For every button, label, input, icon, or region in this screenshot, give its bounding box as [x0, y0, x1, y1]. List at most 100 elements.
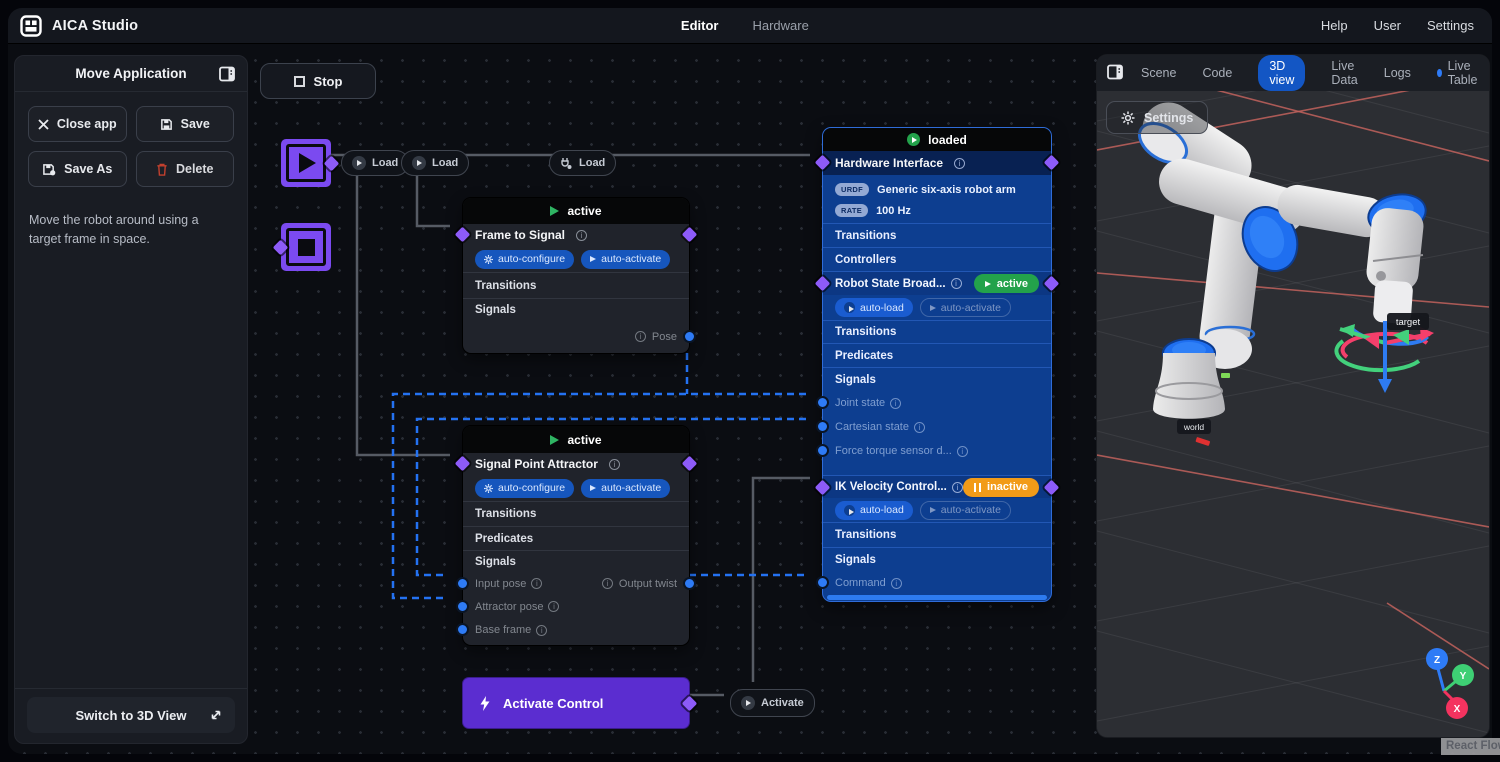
- gear-icon: [484, 483, 493, 493]
- port-command[interactable]: [816, 576, 829, 589]
- auto-load-pill[interactable]: auto-load: [835, 298, 913, 317]
- section-signals[interactable]: Signals: [463, 298, 689, 320]
- play-icon: [929, 507, 936, 513]
- load-hardware-pill[interactable]: Load: [549, 150, 617, 176]
- section-signals[interactable]: Signals: [823, 367, 1051, 391]
- plug-icon: [561, 157, 572, 169]
- stop-icon: [293, 75, 305, 87]
- auto-load-pill[interactable]: auto-load: [835, 500, 913, 520]
- status-active-pill[interactable]: active: [973, 274, 1039, 293]
- tab-logs[interactable]: Logs: [1384, 66, 1411, 80]
- tab-editor[interactable]: Editor: [681, 18, 719, 33]
- section-signals[interactable]: Signals: [823, 547, 1051, 571]
- node-frame-to-signal[interactable]: active Frame to Signal auto-configure au…: [454, 198, 698, 353]
- section-transitions[interactable]: Transitions: [823, 320, 1051, 343]
- horizontal-scrollbar[interactable]: [827, 595, 1047, 600]
- svg-text:world: world: [1183, 422, 1205, 432]
- user-link[interactable]: User: [1374, 18, 1401, 33]
- tab-scene[interactable]: Scene: [1141, 66, 1176, 80]
- collapse-panel-icon[interactable]: [1107, 64, 1123, 85]
- stop-node[interactable]: [272, 223, 331, 271]
- auto-activate-pill[interactable]: auto-activate: [919, 500, 1011, 520]
- port-force-torque[interactable]: [816, 444, 829, 457]
- 3d-viewport[interactable]: world target Z Y X: [1097, 91, 1489, 737]
- port-attractor-pose[interactable]: [456, 600, 469, 613]
- node-signal-point-attractor[interactable]: active Signal Point Attractor auto-confi…: [454, 426, 698, 645]
- info-icon[interactable]: [634, 331, 646, 342]
- lightning-icon: [480, 695, 490, 711]
- port-cartesian-state[interactable]: [816, 420, 829, 433]
- 3d-settings-button[interactable]: Settings: [1106, 101, 1209, 134]
- info-icon[interactable]: [608, 458, 620, 470]
- port-output-twist[interactable]: [683, 577, 696, 590]
- settings-link[interactable]: Settings: [1427, 18, 1474, 33]
- play-circle-icon: [412, 156, 426, 170]
- switch-3d-view-button[interactable]: Switch to 3D View: [27, 697, 235, 733]
- info-icon[interactable]: [548, 601, 560, 612]
- info-icon[interactable]: [956, 445, 968, 457]
- collapse-panel-icon[interactable]: [219, 66, 235, 87]
- port-base-frame[interactable]: [456, 623, 469, 636]
- info-icon[interactable]: [576, 229, 588, 241]
- section-predicates[interactable]: Predicates: [823, 343, 1051, 367]
- tab-3d-view[interactable]: 3D view: [1258, 55, 1306, 91]
- port-output-twist-label: Output twist: [618, 577, 677, 590]
- active-icon: [550, 206, 560, 216]
- live-indicator-dot: [1436, 69, 1442, 77]
- auto-configure-pill[interactable]: auto-configure: [475, 249, 575, 269]
- node-hardware-interface[interactable]: loaded Hardware Interface URDF Generic si…: [814, 128, 1060, 601]
- node-activate-control[interactable]: Activate Control: [463, 678, 698, 728]
- top-right-nav: Help User Settings: [1321, 18, 1474, 33]
- port-pose-label: Pose: [651, 330, 677, 343]
- status-inactive-pill[interactable]: inactive: [963, 477, 1039, 497]
- auto-activate-pill[interactable]: auto-activate: [919, 298, 1011, 317]
- load-transition-pill-2[interactable]: Load: [401, 150, 470, 176]
- auto-activate-pill[interactable]: auto-activate: [581, 249, 671, 269]
- info-icon[interactable]: [890, 397, 902, 409]
- info-icon[interactable]: [890, 577, 902, 589]
- port-input-pose-label: Input pose: [475, 577, 527, 590]
- save-as-button[interactable]: Save As: [28, 151, 127, 187]
- info-icon[interactable]: [954, 157, 966, 169]
- stop-button[interactable]: Stop: [260, 63, 376, 99]
- section-transitions[interactable]: Transitions: [463, 501, 689, 526]
- delete-button[interactable]: Delete: [135, 151, 234, 187]
- info-icon[interactable]: [951, 481, 963, 493]
- play-circle-icon: [741, 696, 755, 710]
- port-pose[interactable]: [683, 330, 696, 343]
- info-icon[interactable]: [536, 624, 548, 636]
- load-transition-pill-1[interactable]: Load: [341, 150, 410, 176]
- info-icon[interactable]: [601, 578, 613, 589]
- svg-text:X: X: [1454, 704, 1461, 715]
- section-transitions[interactable]: Transitions: [823, 223, 1051, 247]
- section-predicates[interactable]: Predicates: [463, 526, 689, 550]
- auto-configure-pill[interactable]: auto-configure: [475, 478, 575, 498]
- activate-transition-pill[interactable]: Activate: [730, 689, 815, 717]
- info-icon[interactable]: [531, 578, 543, 589]
- info-icon[interactable]: [913, 421, 925, 433]
- start-node[interactable]: [281, 139, 340, 187]
- port-input-pose[interactable]: [456, 577, 469, 590]
- section-transitions[interactable]: Transitions: [463, 272, 689, 298]
- save-button[interactable]: Save: [135, 106, 234, 142]
- svg-text:Y: Y: [1460, 671, 1467, 682]
- play-icon: [590, 485, 597, 491]
- tab-live-table[interactable]: Live Table: [1436, 59, 1481, 87]
- auto-activate-pill[interactable]: auto-activate: [581, 478, 671, 498]
- section-controllers[interactable]: Controllers: [823, 247, 1051, 271]
- loaded-icon: [907, 133, 921, 146]
- help-link[interactable]: Help: [1321, 18, 1348, 33]
- controller-title: Robot State Broad...: [835, 277, 946, 290]
- port-joint-state[interactable]: [816, 396, 829, 409]
- left-sidebar: Move Application Close app Save Save As …: [14, 55, 248, 744]
- info-icon[interactable]: [950, 278, 962, 289]
- section-signals[interactable]: Signals: [463, 550, 689, 572]
- port-cartesian-state-label: Cartesian state: [835, 421, 909, 433]
- tab-hardware[interactable]: Hardware: [752, 18, 808, 33]
- section-transitions[interactable]: Transitions: [823, 522, 1051, 547]
- close-app-button[interactable]: Close app: [28, 106, 127, 142]
- react-flow-attribution[interactable]: React Flow: [1441, 738, 1500, 755]
- tab-code[interactable]: Code: [1202, 66, 1232, 80]
- tab-live-data[interactable]: Live Data: [1331, 59, 1357, 87]
- world-frame-label[interactable]: world: [1177, 419, 1211, 434]
